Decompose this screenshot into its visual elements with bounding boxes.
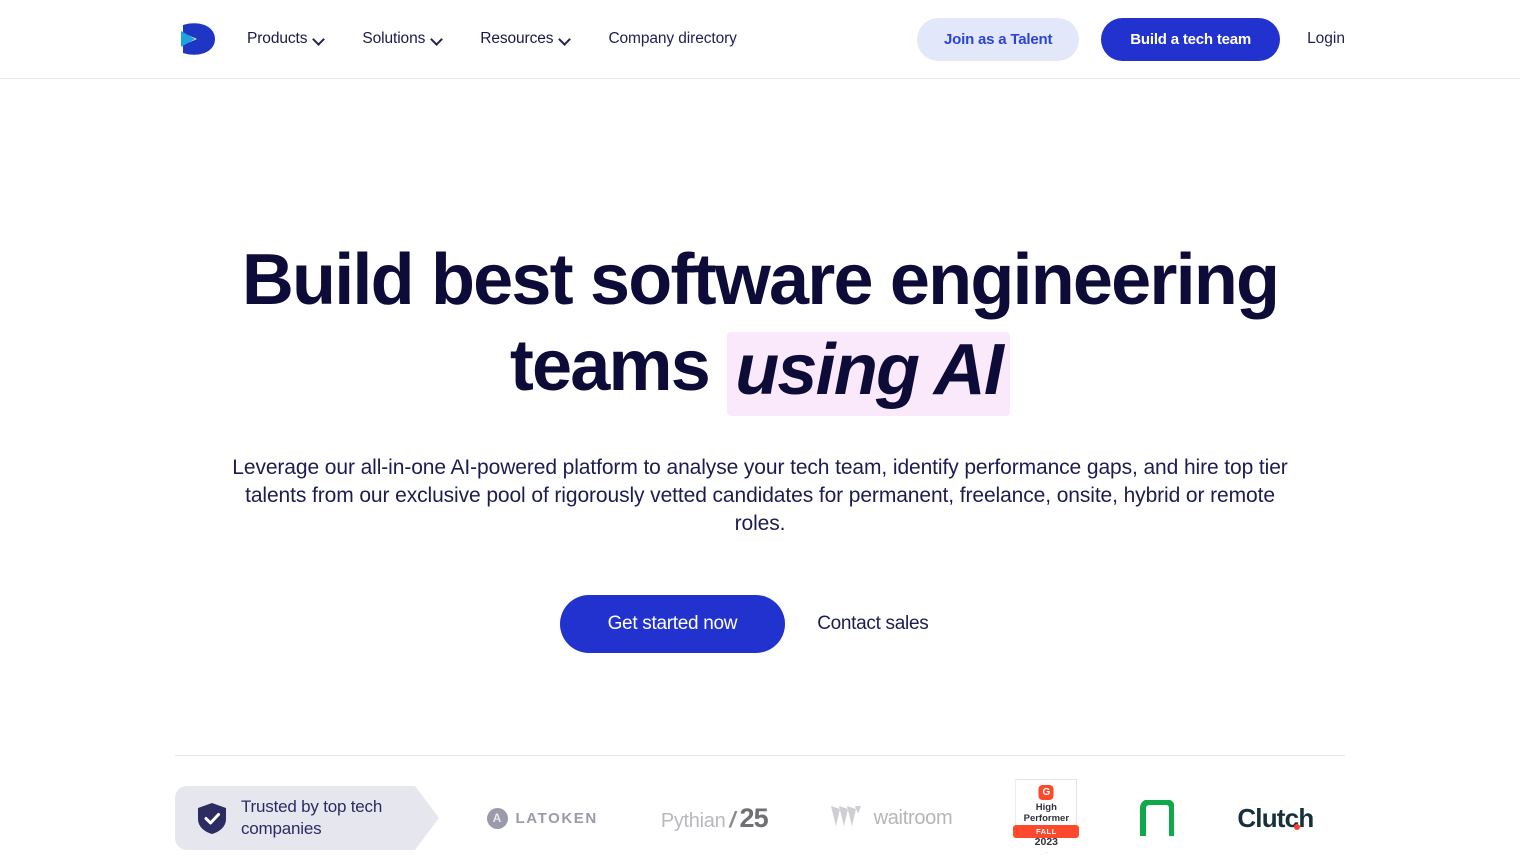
nav-item-company-directory[interactable]: Company directory (608, 30, 736, 48)
section-divider (175, 755, 1345, 756)
nav-item-products[interactable]: Products (247, 30, 324, 48)
build-tech-team-button[interactable]: Build a tech team (1101, 17, 1281, 61)
trusted-by-badge: Trusted by top tech companies (175, 786, 439, 850)
waitroom-mark-icon (830, 805, 865, 831)
get-started-button[interactable]: Get started now (559, 595, 786, 653)
trusted-by-label: Trusted by top tech companies (241, 797, 383, 838)
trusted-by-row: Trusted by top tech companies A LATOKEN … (175, 779, 1345, 853)
g2-title-line1: High (1035, 802, 1057, 813)
clutch-label: Clutch (1237, 802, 1314, 834)
g2-title: High Performer (1015, 802, 1077, 824)
chevron-down-icon (560, 35, 570, 45)
logo-clutch: Clutch (1237, 802, 1314, 834)
pythian-slash: / (729, 806, 736, 832)
header-inner: Products Solutions Resources Company dir… (175, 0, 1345, 78)
company-logo[interactable] (175, 18, 217, 60)
main-nav: Products Solutions Resources Company dir… (247, 30, 917, 48)
partner-logos: A LATOKEN Pythian / 25 waitroom G High P… (415, 779, 1345, 853)
chevron-down-icon (432, 35, 442, 45)
logo-pythian: Pythian / 25 (660, 802, 769, 834)
pythian-number: 25 (739, 802, 769, 833)
hero-heading: Build best software engineering teams us… (175, 237, 1345, 416)
login-link[interactable]: Login (1307, 30, 1345, 48)
logo-latoken: A LATOKEN (486, 807, 598, 829)
nav-label-products: Products (247, 30, 308, 47)
latoken-label: LATOKEN (515, 809, 598, 827)
hero-subtitle: Leverage our all-in-one AI-powered platf… (232, 456, 1288, 535)
waitroom-label: waitroom (873, 806, 953, 829)
clutch-text: Clutch (1237, 802, 1314, 833)
nav-item-solutions[interactable]: Solutions (362, 30, 442, 48)
clutch-dot-icon (1294, 823, 1301, 830)
g2-title-line2: Performer (1023, 813, 1070, 824)
shield-check-icon (197, 802, 227, 835)
nav-label-company-directory: Company directory (608, 30, 737, 47)
hero-cta-row: Get started now Contact sales (175, 595, 1345, 653)
pythian-label: Pythian (660, 809, 726, 832)
hero-heading-highlight: using AI (727, 332, 1011, 416)
latoken-mark-icon: A (486, 807, 508, 829)
g2-mark-icon: G (1038, 785, 1054, 800)
logo-n-mark (1140, 800, 1175, 836)
chevron-down-icon (314, 35, 324, 45)
hero-section: Build best software engineering teams us… (175, 79, 1345, 653)
nav-label-resources: Resources (480, 30, 554, 47)
site-header: Products Solutions Resources Company dir… (0, 0, 1520, 79)
nav-label-solutions: Solutions (362, 30, 426, 47)
header-actions: Join as a Talent Build a tech team Login (917, 17, 1345, 61)
nav-item-resources[interactable]: Resources (480, 30, 570, 48)
join-as-talent-button[interactable]: Join as a Talent (917, 17, 1080, 61)
contact-sales-button[interactable]: Contact sales (785, 595, 960, 653)
g2-year: 2023 (1034, 836, 1058, 848)
logo-waitroom: waitroom (830, 805, 953, 831)
logo-g2-badge: G High Performer FALL 2023 (1013, 779, 1080, 853)
